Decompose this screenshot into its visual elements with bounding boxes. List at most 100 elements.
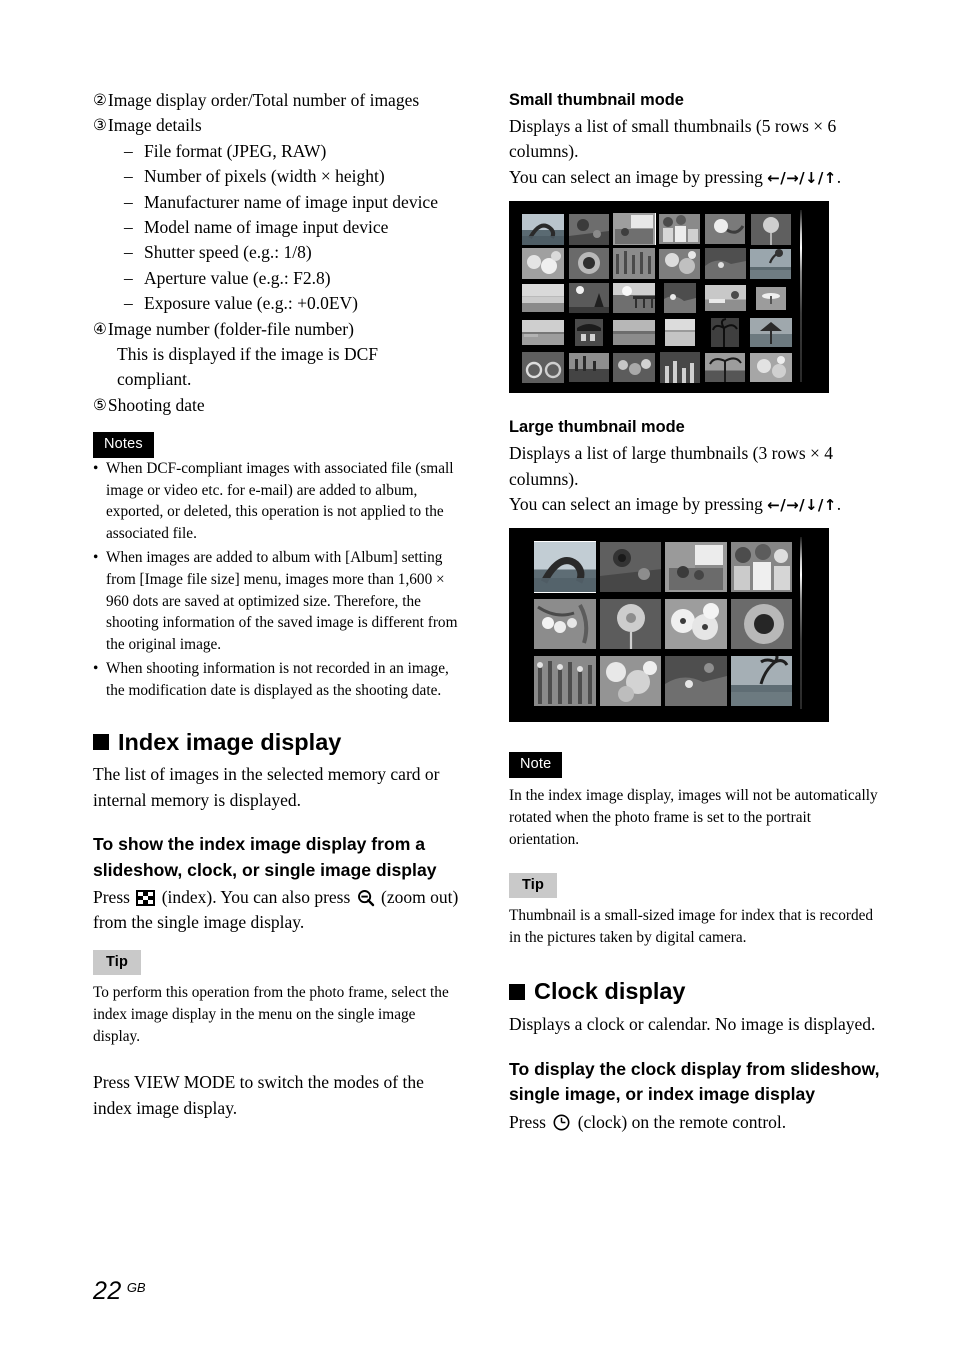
thumbnail-cell[interactable]	[750, 213, 793, 245]
index-scrollbar-small[interactable]	[800, 210, 802, 383]
note-bullet-text: When images are added to album with [Alb…	[106, 548, 458, 654]
thumbnail-cell[interactable]	[704, 352, 747, 384]
thumbnail-cell[interactable]	[704, 248, 747, 280]
thumbnail-cell[interactable]	[659, 282, 702, 314]
numbered-item-2: ② Image display order/Total number of im…	[93, 88, 465, 113]
index-scrollbar-large[interactable]	[800, 537, 802, 710]
dash-item-text: Shutter speed (e.g.: 1/8)	[144, 242, 312, 263]
large-thumbnail-select-instruction: You can select an image by pressing ←/→/…	[509, 492, 884, 518]
thumbnail-cell[interactable]	[568, 317, 611, 349]
thumbnail-cell[interactable]	[665, 598, 727, 650]
note-bullet: • When images are added to album with [A…	[93, 547, 465, 656]
dash-item-text: Manufacturer name of image input device	[144, 191, 438, 212]
index-intro-text: The list of images in the selected memor…	[93, 764, 440, 810]
item4-line-2: compliant.	[117, 369, 192, 390]
thumbnail-cell[interactable]	[522, 351, 565, 384]
thumbnail-cell[interactable]	[750, 282, 793, 314]
dash-item: – File format (JPEG, RAW)	[93, 139, 465, 164]
thumbnail-cell[interactable]	[659, 317, 702, 349]
numbered-item-2-text: Image display order/Total number of imag…	[107, 90, 420, 110]
notes-callout: Notes • When DCF-compliant images with a…	[93, 432, 465, 701]
thumbnail-cell[interactable]	[665, 541, 727, 593]
select-prefix: You can select an image by pressing	[509, 166, 763, 187]
item4-line-1: This is displayed if the image is DCF	[117, 344, 379, 365]
thumbnail-cell[interactable]	[730, 655, 792, 707]
thumbnail-cell[interactable]	[613, 282, 656, 314]
left-column: ② Image display order/Total number of im…	[93, 88, 465, 1121]
section-heading-index-image-display: Index image display	[93, 728, 465, 757]
detail-dash-list: – File format (JPEG, RAW) – Number of pi…	[93, 139, 465, 317]
thumbnail-cell[interactable]	[659, 351, 702, 384]
thumbnail-cell[interactable]	[599, 598, 661, 650]
thumbnail-cell-selected[interactable]	[613, 213, 656, 245]
circled-number-5: ⑤	[93, 395, 107, 414]
thumbnail-cell[interactable]	[522, 213, 565, 245]
thumbnail-cell[interactable]	[730, 541, 792, 593]
thumbnail-cell[interactable]	[704, 213, 747, 245]
dash-item-text: Aperture value (e.g.: F2.8)	[144, 267, 331, 288]
subheading-display-clock: To display the clock display from slides…	[509, 1058, 880, 1105]
thumbnail-cell[interactable]	[665, 655, 727, 707]
thumbnail-cell-selected[interactable]	[534, 541, 596, 594]
thumbnail-cell[interactable]	[749, 317, 793, 349]
dash-item: – Model name of image input device	[93, 215, 465, 240]
dash-marker: –	[124, 267, 133, 288]
thumbnail-cell[interactable]	[522, 282, 565, 314]
dash-item: – Shutter speed (e.g.: 1/8)	[93, 240, 465, 265]
thumbnail-cell[interactable]	[599, 655, 661, 707]
thumbnail-cell[interactable]	[568, 248, 611, 280]
clock-intro-text: Displays a clock or calendar. No image i…	[509, 1014, 876, 1035]
thumbnail-cell[interactable]	[730, 598, 792, 650]
thumbnail-cell[interactable]	[613, 317, 656, 349]
thumbnail-cell[interactable]	[659, 248, 702, 280]
small-thumbnail-grid	[522, 213, 792, 383]
section-heading-text: Index image display	[118, 728, 342, 755]
direction-arrows-icon: ←/→/↓/↑	[767, 496, 837, 515]
dash-marker: –	[124, 242, 133, 263]
small-thumbnail-description: Displays a list of small thumbnails (5 r…	[509, 116, 837, 162]
page-footer: 22 GB	[93, 1277, 146, 1306]
thumbnail-cell[interactable]	[750, 248, 793, 280]
thumbnail-cell[interactable]	[749, 352, 793, 384]
select-prefix: You can select an image by pressing	[509, 494, 763, 515]
numbered-item-5: ⑤ Shooting date	[93, 393, 465, 418]
clock-icon	[553, 1113, 570, 1130]
thumbnail-cell[interactable]	[522, 317, 565, 349]
thumbnail-cell[interactable]	[522, 248, 565, 280]
zoom-out-icon	[357, 889, 375, 907]
thumbnail-cell[interactable]	[534, 598, 596, 650]
dash-item: – Aperture value (e.g.: F2.8)	[93, 266, 465, 291]
large-thumbnail-screen-illustration	[509, 528, 829, 723]
bullet-marker: •	[93, 548, 99, 566]
dash-item-text: Model name of image input device	[144, 217, 389, 238]
thumbnail-cell[interactable]	[568, 282, 611, 314]
note-bullet: • When shooting information is not recor…	[93, 658, 465, 702]
note-text: In the index image display, images will …	[509, 786, 878, 848]
thumbnail-cell[interactable]	[568, 213, 611, 245]
dash-item: – Exposure value (e.g.: +0.0EV)	[93, 291, 465, 316]
thumbnail-cell[interactable]	[613, 352, 656, 384]
index-caption: (index). You can also press	[161, 887, 351, 908]
dash-item: – Number of pixels (width × height)	[93, 164, 465, 189]
numbered-item-3-text: Image details	[107, 115, 202, 136]
thumbnail-cell[interactable]	[568, 352, 611, 384]
thumbnail-cell[interactable]	[534, 655, 596, 707]
small-thumbnail-select-instruction: You can select an image by pressing ←/→/…	[509, 165, 884, 191]
thumbnail-cell[interactable]	[599, 541, 661, 593]
dash-item-text: File format (JPEG, RAW)	[144, 140, 327, 161]
black-square-bullet-icon	[93, 733, 109, 750]
subheading-show-index-display: To show the index image display from a s…	[93, 834, 437, 880]
thumbnail-cell[interactable]	[704, 317, 747, 349]
section-heading-clock-display: Clock display	[509, 977, 884, 1006]
note-bullet: • When DCF-compliant images with associa…	[93, 458, 465, 545]
select-suffix: .	[836, 494, 842, 515]
tip-text: Thumbnail is a small-sized image for ind…	[509, 907, 874, 947]
thumbnail-cell[interactable]	[659, 213, 702, 245]
thumbnail-cell[interactable]	[704, 282, 747, 314]
dash-item: – Manufacturer name of image input devic…	[93, 190, 465, 215]
press-prefix: Press	[509, 1111, 546, 1132]
thumbnail-cell[interactable]	[613, 248, 656, 280]
numbered-item-5-text: Shooting date	[107, 394, 205, 415]
dash-item-text: Number of pixels (width × height)	[144, 166, 385, 187]
tip-callout-right: Tip Thumbnail is a small-sized image for…	[509, 872, 884, 950]
